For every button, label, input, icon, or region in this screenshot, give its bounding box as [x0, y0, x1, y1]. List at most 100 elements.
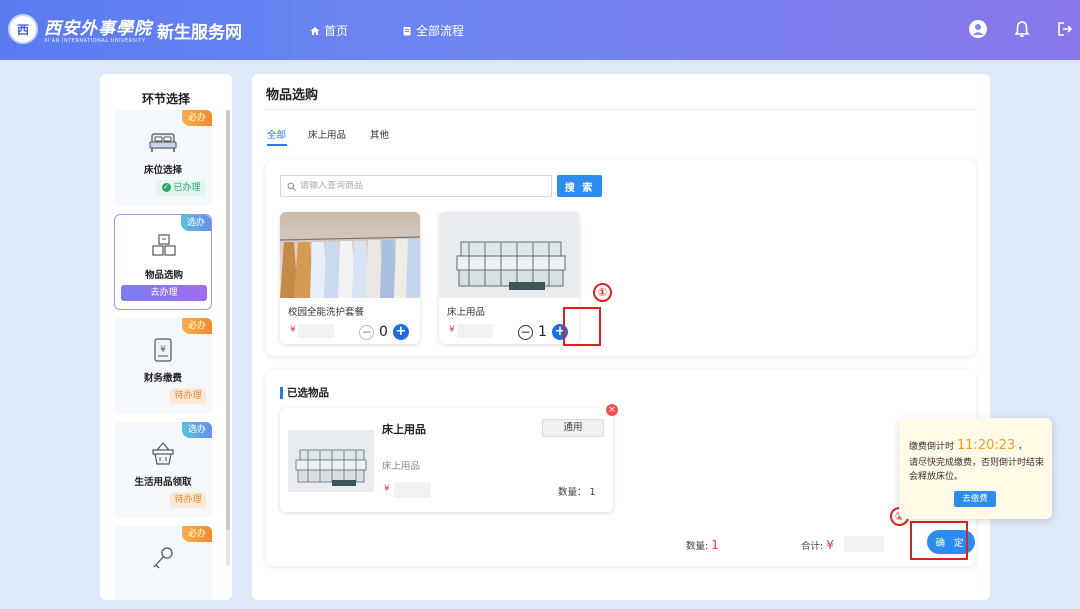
summary-quantity: 数量: 1 — [686, 538, 719, 552]
nav-all-process-label: 全部流程 — [416, 24, 465, 38]
quantity-value: 1 — [538, 324, 547, 340]
search-icon — [287, 182, 296, 191]
basket-icon — [152, 442, 174, 465]
tab-bedding[interactable]: 床上用品 — [308, 127, 346, 141]
sidebar-scrollbar[interactable] — [226, 110, 230, 566]
total-symbol: ¥ — [826, 538, 834, 552]
countdown-message: 请尽快完成缴费，否则倒计时结束会释放床位。 — [909, 458, 1045, 482]
step-item-purchase[interactable]: 选办 物品选购 去办理 — [114, 214, 212, 310]
selected-item-desc: 床上用品 — [382, 461, 421, 472]
heading-bar — [280, 386, 283, 399]
tab-all[interactable]: 全部 — [267, 127, 286, 141]
search-box[interactable] — [280, 175, 552, 197]
product-name: 床上用品 — [447, 307, 486, 318]
step-sidebar: 环节选择 必办 床位选择 ✓ 已办理 选办 物品选购 去办理 必办 ¥ 财务缴费… — [100, 74, 232, 600]
product-card-bedding[interactable]: 床上用品 ¥ − 1 + — [439, 212, 579, 344]
qty-label: 数量: — [686, 541, 709, 552]
product-image-clothes — [280, 212, 420, 298]
quantity-stepper: − 0 + — [359, 324, 409, 340]
countdown-line: 缴费倒计时 11:20:23 ， — [909, 438, 1027, 453]
title-divider — [266, 109, 976, 110]
tab-other[interactable]: 其他 — [370, 127, 389, 141]
step-tag: 必办 — [181, 318, 212, 334]
go-pay-button[interactable]: 去缴费 — [954, 491, 996, 507]
nav-home-label: 首页 — [324, 24, 349, 38]
qty-value: 1 — [589, 487, 596, 498]
step-payment[interactable]: 必办 ¥ 财务缴费 待办理 — [114, 318, 212, 414]
site-title: 新生服务网 — [157, 23, 242, 43]
status-badge: 待办理 — [170, 492, 206, 508]
step-tag: 选办 — [180, 215, 211, 231]
product-name: 校园全能洗护套餐 — [288, 307, 365, 318]
decrease-button[interactable]: − — [518, 324, 533, 340]
product-panel: 搜 索 校园全能洗护套餐 ¥ − — [266, 160, 976, 356]
step-tag: 选办 — [181, 422, 212, 438]
search-button[interactable]: 搜 索 — [557, 175, 602, 197]
remove-item-button[interactable]: × — [606, 404, 618, 416]
countdown-prefix: 缴费倒计时 — [909, 442, 955, 452]
bell-icon[interactable] — [1011, 18, 1033, 40]
step-tag: 必办 — [181, 526, 212, 542]
price-redacted — [457, 324, 493, 338]
annotation-highlight-box — [563, 307, 601, 346]
annotation-highlight-box — [910, 521, 968, 560]
nav-home[interactable]: 物品选购 首页 — [310, 22, 348, 39]
status-badge: ✓ 已办理 — [156, 180, 206, 196]
product-image-bedding — [439, 212, 579, 298]
nav-all-process[interactable]: 全部流程 — [402, 22, 464, 39]
user-avatar-icon[interactable] — [967, 18, 989, 40]
summary-total: 合计: ¥ — [801, 538, 834, 552]
step-name: 财务缴费 — [143, 373, 182, 384]
decrease-button[interactable]: − — [359, 324, 374, 340]
logout-icon[interactable] — [1054, 18, 1076, 40]
selected-items-panel: 已选物品 床上用品 通用 床上用品 ¥ 数量： 1 × 数量: 1 合计: ¥ … — [266, 370, 976, 566]
total-qty-value: 1 — [711, 538, 719, 552]
step-key-collection[interactable]: 必办 — [114, 526, 212, 600]
scrollbar-thumb[interactable] — [226, 110, 230, 530]
step-name: 床位选择 — [143, 165, 182, 176]
document-icon — [403, 26, 411, 35]
go-handle-button[interactable]: 去办理 — [121, 285, 207, 301]
selected-items-heading: 已选物品 — [280, 385, 329, 400]
total-redacted — [844, 536, 884, 552]
school-english-name: XI'AN INTERNATIONAL UNIVERSITY — [44, 38, 146, 44]
bed-icon — [149, 133, 177, 152]
school-name: 西安外事學院 — [44, 19, 152, 39]
step-daily-goods[interactable]: 选办 生活用品领取 待办理 — [114, 422, 212, 518]
payment-countdown-popup: 缴费倒计时 11:20:23 ， 请尽快完成缴费，否则倒计时结束会释放床位。 去… — [899, 418, 1052, 519]
selected-item-name: 床上用品 — [382, 423, 426, 436]
page-title: 物品选购 — [266, 88, 319, 103]
selected-item-qty: 数量： 1 — [558, 484, 596, 498]
quantity-stepper: − 1 + — [518, 324, 568, 340]
boxes-icon — [152, 234, 176, 256]
annotation-number: ① — [593, 283, 612, 302]
increase-button[interactable]: + — [392, 324, 409, 340]
price-symbol: ¥ — [290, 325, 296, 335]
price-symbol: ¥ — [449, 325, 455, 335]
step-name: 生活用品领取 — [134, 477, 192, 488]
item-tag: 通用 — [542, 419, 604, 437]
selected-item-card: 床上用品 通用 床上用品 ¥ 数量： 1 × — [280, 404, 618, 512]
status-badge: 待办理 — [170, 388, 206, 404]
sidebar-title: 环节选择 — [141, 92, 190, 106]
product-card-wash-kit[interactable]: 校园全能洗护套餐 ¥ − 0 + — [280, 212, 420, 344]
top-header: 西 西安外事學院 XI'AN INTERNATIONAL UNIVERSITY … — [0, 0, 1080, 60]
school-logo: 西 — [8, 14, 38, 44]
step-name: 物品选购 — [144, 270, 183, 281]
key-icon — [153, 547, 173, 569]
price-symbol: ¥ — [384, 484, 390, 494]
svg-text:¥: ¥ — [160, 345, 166, 355]
countdown-suffix: ， — [1018, 442, 1028, 452]
logo-emblem: 西 — [16, 22, 29, 37]
search-input[interactable] — [300, 181, 540, 191]
step-bed-selection[interactable]: 必办 床位选择 ✓ 已办理 — [114, 110, 212, 206]
step-tag: 必办 — [181, 110, 212, 126]
countdown-time: 11:20:23 — [956, 438, 1016, 453]
heading-text: 已选物品 — [287, 387, 329, 399]
check-icon: ✓ — [161, 183, 171, 192]
qty-label: 数量： — [558, 487, 587, 498]
price-redacted — [298, 324, 334, 338]
payment-icon: ¥ — [154, 338, 172, 362]
home-icon — [310, 26, 320, 35]
tab-active-indicator — [267, 144, 287, 146]
